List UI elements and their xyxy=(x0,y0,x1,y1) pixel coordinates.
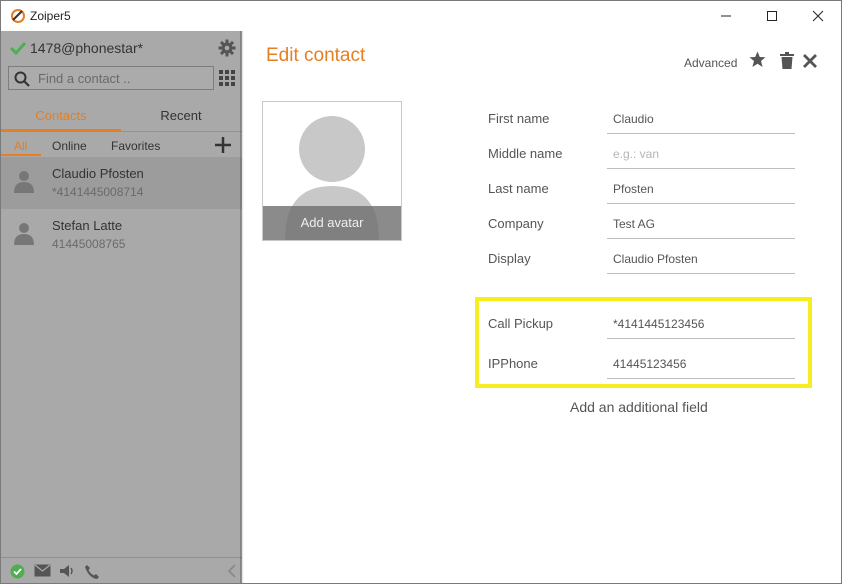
company-input[interactable] xyxy=(607,209,795,239)
field-display: Display xyxy=(488,244,798,274)
speaker-icon[interactable] xyxy=(59,564,77,581)
field-label: Last name xyxy=(488,181,549,196)
account-name: 1478@phonestar* xyxy=(30,40,144,56)
tab-recent[interactable]: Recent xyxy=(121,101,241,131)
field-label: First name xyxy=(488,111,550,126)
field-call-pickup: Call Pickup xyxy=(488,309,798,339)
add-field-button[interactable]: Add an additional field xyxy=(570,399,708,415)
person-icon xyxy=(12,221,36,248)
minimize-button[interactable] xyxy=(703,1,749,31)
chevron-left-icon[interactable] xyxy=(227,564,237,581)
status-online-icon[interactable] xyxy=(10,564,25,582)
sidebar: 1478@phonestar* Find a contact .. Contac… xyxy=(1,31,242,583)
close-icon[interactable] xyxy=(803,54,817,71)
field-middle-name: Middle name xyxy=(488,139,798,169)
last-name-input[interactable] xyxy=(607,174,795,204)
contact-number: *4141445008714 xyxy=(52,185,144,199)
contact-item[interactable]: Stefan Latte 41445008765 xyxy=(1,209,242,261)
app-window: Zoiper5 1478@phonestar* Find a contact .… xyxy=(0,0,842,584)
field-first-name: First name xyxy=(488,104,798,134)
call-pickup-input[interactable] xyxy=(607,309,795,339)
search-icon xyxy=(14,71,30,90)
edit-contact-panel: Edit contact Advanced Add avatar First n… xyxy=(244,31,841,583)
main-tabs: Contacts Recent xyxy=(1,101,242,131)
filter-tab-favorites[interactable]: Favorites xyxy=(111,139,160,153)
check-icon xyxy=(9,41,27,58)
tab-contacts[interactable]: Contacts xyxy=(1,101,121,131)
display-input[interactable] xyxy=(607,244,795,274)
avatar-placeholder[interactable]: Add avatar xyxy=(262,101,402,241)
status-bar xyxy=(1,557,242,583)
title-bar: Zoiper5 xyxy=(1,1,841,31)
gear-icon[interactable] xyxy=(218,39,236,60)
account-row[interactable]: 1478@phonestar* xyxy=(1,31,242,65)
window-close-button[interactable] xyxy=(795,1,841,31)
middle-name-input[interactable] xyxy=(607,139,795,169)
page-title: Edit contact xyxy=(266,45,366,66)
zoiper-logo-icon xyxy=(10,8,26,24)
contact-name: Claudio Pfosten xyxy=(52,166,144,181)
phone-icon[interactable] xyxy=(84,564,100,583)
contact-list: Claudio Pfosten *4141445008714 Stefan La… xyxy=(1,157,242,261)
filter-tab-online[interactable]: Online xyxy=(52,139,87,153)
field-label: Company xyxy=(488,216,544,231)
field-label: IPPhone xyxy=(488,356,538,371)
field-label: Display xyxy=(488,251,531,266)
ipphone-input[interactable] xyxy=(607,349,795,379)
dialpad-icon[interactable] xyxy=(219,70,235,89)
window-title: Zoiper5 xyxy=(30,9,71,23)
search-input[interactable] xyxy=(38,69,208,87)
person-icon xyxy=(12,169,36,196)
advanced-link[interactable]: Advanced xyxy=(684,56,737,70)
filter-tabs: All Online Favorites xyxy=(1,131,242,156)
trash-icon[interactable] xyxy=(780,52,794,72)
field-ipphone: IPPhone xyxy=(488,349,798,379)
filter-tab-all[interactable]: All xyxy=(14,139,27,153)
contact-name: Stefan Latte xyxy=(52,218,123,233)
add-avatar-button[interactable]: Add avatar xyxy=(263,206,401,240)
star-icon[interactable] xyxy=(749,51,766,71)
field-company: Company xyxy=(488,209,798,239)
field-label: Middle name xyxy=(488,146,563,161)
plus-icon[interactable] xyxy=(215,137,231,156)
contact-item[interactable]: Claudio Pfosten *4141445008714 xyxy=(1,157,242,209)
first-name-input[interactable] xyxy=(607,104,795,134)
search-box xyxy=(8,66,214,90)
field-last-name: Last name xyxy=(488,174,798,204)
contact-number: 41445008765 xyxy=(52,237,126,251)
field-label: Call Pickup xyxy=(488,316,554,331)
voicemail-icon[interactable] xyxy=(34,564,51,580)
maximize-button[interactable] xyxy=(749,1,795,31)
filter-tab-indicator xyxy=(1,154,41,156)
